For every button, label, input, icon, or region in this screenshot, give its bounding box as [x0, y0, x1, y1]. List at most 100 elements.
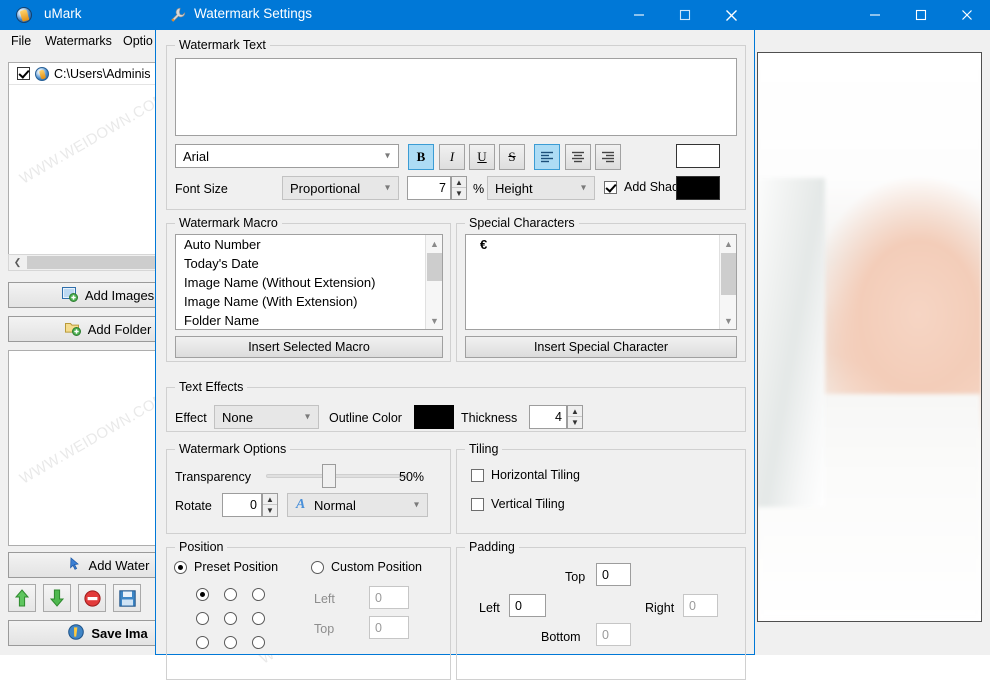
- shadow-color-swatch[interactable]: [676, 176, 720, 200]
- custom-top-input[interactable]: 0: [369, 616, 409, 639]
- text-color-swatch[interactable]: [676, 144, 720, 168]
- menu-file[interactable]: File: [8, 33, 34, 49]
- dialog-maximize-button[interactable]: [662, 0, 708, 30]
- position-cell-middle-center[interactable]: [216, 606, 244, 630]
- macro-listbox[interactable]: Auto Number Today's Date Image Name (Wit…: [175, 234, 443, 330]
- spinner-down-icon[interactable]: ▼: [568, 417, 582, 428]
- transparency-slider[interactable]: [266, 474, 409, 478]
- position-cell-bottom-right[interactable]: [244, 630, 272, 654]
- bold-button[interactable]: B: [408, 144, 434, 170]
- scroll-left-icon[interactable]: ❮: [9, 255, 26, 270]
- padding-right-input[interactable]: 0: [683, 594, 718, 617]
- preset-position-grid[interactable]: [188, 582, 272, 654]
- rotate-spinner[interactable]: ▲ ▼: [262, 493, 278, 517]
- horizontal-tiling-checkbox-box[interactable]: [471, 468, 484, 482]
- spinner-down-icon[interactable]: ▼: [452, 188, 466, 199]
- font-family-select[interactable]: Arial ▾: [175, 144, 399, 168]
- position-radio[interactable]: [251, 587, 265, 601]
- list-item[interactable]: Folder Name: [176, 311, 442, 329]
- spinner-up-icon[interactable]: ▲: [263, 494, 277, 505]
- file-checkbox[interactable]: [17, 67, 30, 80]
- rotate-input[interactable]: 0: [222, 493, 262, 517]
- position-radio[interactable]: [195, 611, 209, 625]
- spinner-down-icon[interactable]: ▼: [263, 505, 277, 516]
- custom-left-input[interactable]: 0: [369, 586, 409, 609]
- align-left-button[interactable]: [534, 144, 560, 170]
- menu-options[interactable]: Optio: [120, 33, 156, 49]
- transparency-slider-thumb[interactable]: [322, 464, 336, 488]
- remove-button[interactable]: [78, 584, 106, 612]
- strikethrough-button[interactable]: S: [499, 144, 525, 170]
- padding-left-input[interactable]: 0: [509, 594, 546, 617]
- move-up-button[interactable]: [8, 584, 36, 612]
- position-cell-bottom-left[interactable]: [188, 630, 216, 654]
- font-size-input[interactable]: 7: [407, 176, 451, 200]
- list-item[interactable]: €: [466, 235, 736, 254]
- special-characters-scrollbar[interactable]: ▲ ▼: [719, 235, 736, 329]
- insert-special-character-label: Insert Special Character: [533, 340, 669, 354]
- position-cell-middle-right[interactable]: [244, 606, 272, 630]
- scroll-down-icon[interactable]: ▼: [426, 312, 442, 329]
- move-down-button[interactable]: [43, 584, 71, 612]
- scroll-up-icon[interactable]: ▲: [426, 235, 442, 252]
- position-radio[interactable]: [223, 635, 237, 649]
- main-minimize-button[interactable]: [852, 0, 898, 30]
- position-radio[interactable]: [195, 587, 209, 601]
- outline-color-swatch[interactable]: [414, 405, 454, 429]
- align-center-button[interactable]: [565, 144, 591, 170]
- vertical-tiling-checkbox[interactable]: Vertical Tiling: [471, 497, 565, 511]
- special-characters-listbox[interactable]: € ▲ ▼: [465, 234, 737, 330]
- position-cell-top-center[interactable]: [216, 582, 244, 606]
- watermark-style-select[interactable]: A Normal ▾: [287, 493, 428, 517]
- list-item[interactable]: Image Name (Without Extension): [176, 273, 442, 292]
- position-cell-middle-left[interactable]: [188, 606, 216, 630]
- scrollbar-thumb[interactable]: [721, 253, 736, 295]
- position-radio[interactable]: [251, 635, 265, 649]
- position-cell-bottom-center[interactable]: [216, 630, 244, 654]
- position-cell-top-left[interactable]: [188, 582, 216, 606]
- menu-watermarks[interactable]: Watermarks: [42, 33, 115, 49]
- scrollbar-thumb[interactable]: [427, 253, 442, 281]
- preset-position-radio-dot[interactable]: [174, 560, 187, 574]
- list-item[interactable]: Today's Date: [176, 254, 442, 273]
- font-size-basis-select[interactable]: Height ▾: [487, 176, 595, 200]
- position-radio[interactable]: [223, 611, 237, 625]
- main-close-button[interactable]: [944, 0, 990, 30]
- dialog-minimize-button[interactable]: [616, 0, 662, 30]
- scroll-down-icon[interactable]: ▼: [720, 312, 736, 329]
- font-size-spinner[interactable]: ▲ ▼: [451, 176, 467, 200]
- padding-bottom-input[interactable]: 0: [596, 623, 631, 646]
- spinner-up-icon[interactable]: ▲: [452, 177, 466, 188]
- scroll-up-icon[interactable]: ▲: [720, 235, 736, 252]
- dialog-close-button[interactable]: [708, 0, 754, 30]
- watermark-settings-dialog: Watermark Settings Watermark Text Arial …: [155, 0, 755, 680]
- list-item[interactable]: Auto Number: [176, 235, 442, 254]
- horizontal-tiling-checkbox[interactable]: Horizontal Tiling: [471, 468, 580, 482]
- underline-button[interactable]: U: [469, 144, 495, 170]
- position-radio[interactable]: [195, 635, 209, 649]
- align-right-button[interactable]: [595, 144, 621, 170]
- thickness-spinner[interactable]: ▲ ▼: [567, 405, 583, 429]
- add-shadow-checkbox-box[interactable]: [604, 180, 617, 194]
- spinner-up-icon[interactable]: ▲: [568, 406, 582, 417]
- position-radio[interactable]: [223, 587, 237, 601]
- main-maximize-button[interactable]: [898, 0, 944, 30]
- position-radio[interactable]: [251, 611, 265, 625]
- save-button[interactable]: [113, 584, 141, 612]
- insert-special-character-button[interactable]: Insert Special Character: [465, 336, 737, 358]
- custom-position-radio-dot[interactable]: [311, 560, 324, 574]
- thickness-input[interactable]: 4: [529, 405, 567, 429]
- preset-position-radio[interactable]: Preset Position: [174, 560, 278, 574]
- italic-button[interactable]: I: [439, 144, 465, 170]
- watermark-text-input[interactable]: [175, 58, 737, 136]
- macro-list-scrollbar[interactable]: ▲ ▼: [425, 235, 442, 329]
- custom-position-radio[interactable]: Custom Position: [311, 560, 422, 574]
- vertical-tiling-checkbox-box[interactable]: [471, 497, 484, 511]
- effect-select[interactable]: None ▾: [214, 405, 319, 429]
- position-cell-top-right[interactable]: [244, 582, 272, 606]
- save-images-label: Save Ima: [91, 625, 148, 641]
- font-size-mode-select[interactable]: Proportional ▾: [282, 176, 399, 200]
- padding-top-input[interactable]: 0: [596, 563, 631, 586]
- insert-macro-button[interactable]: Insert Selected Macro: [175, 336, 443, 358]
- list-item[interactable]: Image Name (With Extension): [176, 292, 442, 311]
